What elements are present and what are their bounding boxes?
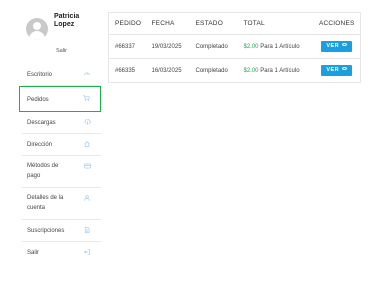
orders-table: PEDIDO FECHA ESTADO TOTAL ACCIONES #6633… [108, 12, 361, 83]
order-actions: VER [313, 34, 361, 59]
order-date: 19/03/2025 [145, 34, 190, 59]
sidebar-item-pedidos[interactable]: Pedidos [19, 86, 101, 112]
user-icon [84, 195, 90, 201]
order-number[interactable]: #66337 [108, 34, 146, 59]
order-price: $2.00 [243, 67, 259, 74]
order-item-count: Para 1 Artículo [260, 43, 300, 50]
user-name: Patricia Lopez [54, 13, 80, 28]
sidebar-item-salir[interactable]: Salir [22, 242, 101, 264]
user-profile: Patricia Lopez Salir [26, 12, 100, 54]
table-header-row: PEDIDO FECHA ESTADO TOTAL ACCIONES [108, 12, 361, 35]
sidebar-item-label: Escritorio [27, 72, 53, 78]
order-number[interactable]: #66335 [108, 58, 146, 83]
sidebar-item-label: Salir [27, 250, 40, 256]
view-order-button[interactable]: VER [321, 65, 353, 76]
sidebar-item-metodos-de-pago[interactable]: Métodos de pago [22, 156, 101, 188]
cart-icon [83, 95, 90, 101]
table-row: #66335 16/03/2025 Completado $2.00 Para … [108, 58, 361, 83]
column-header-acciones: ACCIONES [313, 12, 361, 35]
order-total: $2.00 Para 1 Artículo [237, 58, 314, 83]
order-status: Completado [189, 34, 238, 59]
sidebar-item-label: Detalles de la cuenta [27, 195, 64, 211]
table-row: #66337 19/03/2025 Completado $2.00 Para … [108, 34, 361, 59]
sidebar-item-label: Suscripciones [27, 228, 65, 234]
sidebar-item-descargas[interactable]: Descargas [22, 112, 101, 134]
column-header-total: TOTAL [237, 12, 314, 35]
order-price: $2.00 [243, 43, 259, 50]
sidebar-item-detalles-de-la-cuenta[interactable]: Detalles de la cuenta [22, 188, 101, 220]
home-icon [84, 141, 90, 147]
logout-icon [84, 249, 90, 255]
view-button-label: VER [326, 67, 340, 73]
profile-logout-link[interactable]: Salir [56, 48, 67, 54]
eye-icon [342, 43, 348, 47]
sidebar-item-direccion[interactable]: Dirección [22, 134, 101, 156]
sidebar-item-suscripciones[interactable]: Suscripciones [22, 220, 101, 242]
order-date: 16/03/2025 [145, 58, 190, 83]
view-button-label: VER [326, 43, 340, 49]
order-item-count: Para 1 Artículo [260, 67, 300, 74]
account-navigation: Escritorio Pedidos Descargas Dirección M… [19, 64, 101, 264]
column-header-fecha: FECHA [145, 12, 190, 35]
cloud-download-icon [84, 118, 91, 125]
credit-card-icon [84, 163, 91, 169]
sidebar-item-label: Métodos de pago [27, 163, 59, 179]
document-icon [84, 227, 90, 233]
sidebar-item-label: Descargas [27, 120, 56, 126]
order-actions: VER [313, 58, 361, 83]
sidebar-item-label: Dirección [27, 142, 53, 148]
dashboard-icon [84, 71, 90, 77]
column-header-pedido: PEDIDO [108, 12, 146, 35]
eye-icon [342, 67, 348, 71]
column-header-estado: ESTADO [189, 12, 238, 35]
order-total: $2.00 Para 1 Artículo [237, 34, 314, 59]
sidebar-item-escritorio[interactable]: Escritorio [22, 64, 101, 86]
order-status: Completado [189, 58, 238, 83]
sidebar-item-label: Pedidos [27, 97, 49, 103]
avatar [26, 18, 48, 40]
view-order-button[interactable]: VER [321, 41, 353, 52]
